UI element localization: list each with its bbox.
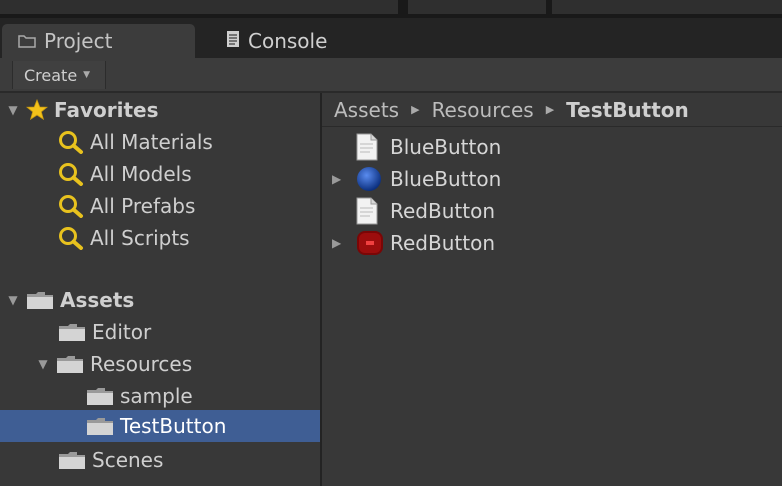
- chevron-right-icon: ▶: [411, 103, 420, 116]
- tree-item-label: Favorites: [54, 98, 159, 122]
- expand-triangle-icon[interactable]: ▼: [36, 357, 50, 371]
- folder-icon: [26, 290, 54, 310]
- asset-item[interactable]: BlueButton: [322, 131, 782, 163]
- chevron-down-icon: ▼: [83, 70, 91, 80]
- red-prefab-icon: [356, 230, 384, 256]
- asset-name: RedButton: [390, 231, 495, 255]
- folder-icon: [58, 450, 86, 470]
- tree-item-favorites[interactable]: ▼ Favorites: [0, 94, 320, 126]
- tree-item-editor[interactable]: Editor: [0, 316, 320, 348]
- upper-panel-segment: [0, 0, 398, 14]
- tab-label: Console: [248, 29, 328, 53]
- asset-list-pane: Assets ▶ Resources ▶ TestButton BlueButt…: [322, 93, 782, 486]
- folder-icon: [86, 386, 114, 406]
- expand-triangle-icon[interactable]: ▼: [6, 103, 20, 117]
- tree-item-label: All Models: [90, 162, 192, 186]
- breadcrumb: Assets ▶ Resources ▶ TestButton: [322, 93, 782, 127]
- tree-item-testbutton[interactable]: TestButton: [0, 410, 320, 442]
- tree-item-label: All Scripts: [90, 226, 190, 250]
- search-icon: [58, 194, 84, 218]
- asset-item[interactable]: RedButton: [322, 195, 782, 227]
- tree-item-label: All Materials: [90, 130, 213, 154]
- asset-item[interactable]: ▶ RedButton: [322, 227, 782, 259]
- tree-item-label: Resources: [90, 352, 193, 376]
- asset-item[interactable]: ▶ BlueButton: [322, 163, 782, 195]
- tree-item-resources[interactable]: ▼ Resources: [0, 348, 320, 380]
- tree-item-label: Assets: [60, 288, 135, 312]
- breadcrumb-current[interactable]: TestButton: [566, 98, 689, 122]
- tree-item-label: sample: [120, 384, 193, 408]
- asset-name: RedButton: [390, 199, 495, 223]
- tab-project[interactable]: Project: [2, 24, 195, 58]
- project-toolbar: Create ▼: [0, 58, 782, 93]
- tree-item-label: All Prefabs: [90, 194, 196, 218]
- expand-triangle-icon[interactable]: ▶: [332, 236, 341, 250]
- folder-icon: [56, 354, 84, 374]
- expand-triangle-icon[interactable]: ▶: [332, 172, 341, 186]
- upper-panel-strip: [0, 0, 782, 18]
- upper-panel-segment: [408, 0, 546, 14]
- upper-panel-segment: [552, 0, 782, 14]
- tree-item-label: Scenes: [92, 448, 164, 472]
- tree-item-assets[interactable]: ▼ Assets: [0, 284, 320, 316]
- tree-item-all-scripts[interactable]: All Scripts: [0, 222, 320, 254]
- star-icon: [26, 99, 48, 121]
- console-icon: [226, 29, 240, 53]
- tree-item-all-materials[interactable]: All Materials: [0, 126, 320, 158]
- create-label: Create: [24, 65, 78, 85]
- tree-item-sample[interactable]: sample: [0, 380, 320, 412]
- tree-item-scenes[interactable]: Scenes: [0, 444, 320, 476]
- create-dropdown-button[interactable]: Create ▼: [12, 61, 106, 89]
- script-file-icon: [356, 133, 378, 161]
- tab-label: Project: [44, 29, 113, 53]
- asset-name: BlueButton: [390, 135, 502, 159]
- search-icon: [58, 226, 84, 250]
- asset-name: BlueButton: [390, 167, 502, 191]
- tree-item-label: Editor: [92, 320, 152, 344]
- expand-triangle-icon[interactable]: ▼: [6, 293, 20, 307]
- script-file-icon: [356, 197, 378, 225]
- chevron-right-icon: ▶: [545, 103, 555, 116]
- breadcrumb-item[interactable]: Assets: [334, 98, 399, 122]
- tab-bar: Project Console: [0, 18, 782, 58]
- folder-tree-pane: ▼ Favorites All Materials All Models All…: [0, 93, 320, 486]
- folder-icon: [18, 29, 36, 53]
- blue-prefab-icon: [356, 166, 382, 192]
- search-icon: [58, 162, 84, 186]
- tab-console[interactable]: Console: [210, 24, 410, 58]
- tree-item-all-prefabs[interactable]: All Prefabs: [0, 190, 320, 222]
- breadcrumb-item[interactable]: Resources: [432, 98, 534, 122]
- tree-item-all-models[interactable]: All Models: [0, 158, 320, 190]
- tree-item-label: TestButton: [120, 414, 227, 438]
- folder-icon: [86, 416, 114, 436]
- folder-icon: [58, 322, 86, 342]
- search-icon: [58, 130, 84, 154]
